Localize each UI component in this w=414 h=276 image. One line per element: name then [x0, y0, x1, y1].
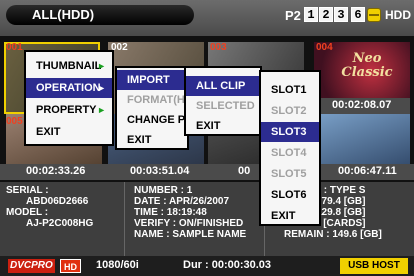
serial-value: ABD06D2666 — [26, 196, 89, 207]
menu-item-import[interactable]: IMPORT — [117, 70, 187, 90]
timecode: 00:03:51.04 — [130, 165, 190, 177]
menu-item-exit[interactable]: EXIT — [261, 206, 319, 226]
thumbnail-number: 003 — [210, 42, 227, 53]
remain-info: REMAIN : 149.6 [GB] — [284, 229, 382, 240]
dvcpro-logo: DVCPRO — [8, 259, 55, 273]
menu-item-label: OPERATION — [36, 82, 101, 94]
hd-badge: HD — [60, 259, 81, 273]
menu-item-property[interactable]: PROPERTY ► — [26, 100, 112, 120]
menu-item-slot1[interactable]: SLOT1 — [261, 80, 319, 100]
verify-info: VERIFY : ON/FINISHED — [134, 218, 244, 229]
menu-item-exit[interactable]: EXIT — [186, 116, 260, 136]
menu-item-exit[interactable]: EXIT — [26, 122, 112, 142]
dvcpro-hd-logo: DVCPRO HD — [8, 259, 86, 273]
clip-info-column: NUMBER : 1 DATE : APR/26/2007 TIME : 18:… — [134, 185, 246, 240]
p2-label: P2 — [285, 8, 301, 23]
thumbnail-number: 005 — [6, 116, 23, 127]
duration: Dur : 00:00:30.03 — [183, 259, 272, 271]
main-menu: THUMBNAIL ► OPERATION ► PROPERTY ► EXIT — [24, 50, 114, 146]
submenu-arrow-icon: ► — [97, 61, 106, 71]
hdd-label: HDD — [385, 8, 411, 22]
slot-indicator-3: 3 — [334, 7, 348, 22]
hdd-icon — [367, 8, 381, 22]
date-info: DATE : APR/26/2007 — [134, 196, 230, 207]
import-submenu: ALL CLIP SELECTED EXIT — [184, 66, 262, 136]
menu-item-slot6[interactable]: SLOT6 — [261, 185, 319, 205]
serial-label: SERIAL : — [6, 185, 49, 196]
timecode: 00:06:47.11 — [338, 165, 397, 177]
model-label: MODEL : — [6, 207, 49, 218]
menu-item-change-password[interactable]: CHANGE P — [117, 110, 187, 130]
timecode: 00:02:08.07 — [332, 99, 392, 111]
menu-item-exit[interactable]: EXIT — [117, 130, 187, 150]
thumbnail-number: 001 — [6, 42, 23, 53]
model-value: AJ-P2C008HG — [26, 218, 94, 229]
menu-item-label: EXIT — [36, 126, 61, 138]
menu-item-selected: SELECTED — [196, 100, 255, 112]
thumbnail-004-title: Neo Classic — [341, 51, 393, 80]
card-info-column: SERIAL : ABD06D2666 MODEL : AJ-P2C008HG — [6, 185, 93, 229]
status-bar: DVCPRO HD 1080/60i Dur : 00:00:30.03 USB… — [0, 256, 414, 276]
number-info: NUMBER : 1 — [134, 185, 193, 196]
time-info: TIME : 18:19:48 — [134, 207, 207, 218]
menu-item-thumbnail[interactable]: THUMBNAIL ► — [26, 56, 112, 76]
menu-item-slot2: SLOT2 — [271, 105, 307, 117]
slot-indicator-2: 2 — [319, 7, 333, 22]
slot-indicator-6: 6 — [351, 7, 365, 22]
usb-host-badge: USB HOST — [340, 258, 408, 274]
menu-item-operation[interactable]: OPERATION ► — [26, 78, 112, 98]
menu-item-slot4: SLOT4 — [271, 147, 307, 159]
submenu-arrow-icon: ► — [97, 105, 106, 115]
menu-item-label: PROPERTY — [36, 104, 97, 116]
timecode: 00 — [238, 165, 251, 177]
operation-submenu: IMPORT FORMAT(H CHANGE P EXIT — [115, 66, 189, 150]
slot-submenu: SLOT1 SLOT2 SLOT3 SLOT4 SLOT5 SLOT6 EXIT — [259, 70, 321, 226]
menu-item-slot5: SLOT5 — [271, 168, 307, 180]
menu-item-all-clip[interactable]: ALL CLIP — [186, 76, 260, 96]
timecode: 00:02:33.26 — [26, 165, 86, 177]
slot-indicator-1: 1 — [304, 7, 318, 22]
divider — [124, 182, 125, 256]
top-bar: ALL(HDD) P2 1 2 3 4 5 6 HDD — [0, 0, 414, 36]
mode-title: ALL(HDD) — [6, 5, 194, 25]
submenu-arrow-icon: ► — [97, 83, 106, 93]
video-format: 1080/60i — [96, 259, 139, 271]
info-panel: SERIAL : ABD06D2666 MODEL : AJ-P2C008HG … — [0, 182, 414, 256]
menu-item-format: FORMAT(H — [127, 94, 185, 106]
thumbnail-number: 004 — [316, 42, 333, 53]
name-info: NAME : SAMPLE NAME — [134, 229, 247, 240]
menu-item-slot3[interactable]: SLOT3 — [261, 122, 319, 142]
menu-item-label: THUMBNAIL — [36, 60, 102, 72]
